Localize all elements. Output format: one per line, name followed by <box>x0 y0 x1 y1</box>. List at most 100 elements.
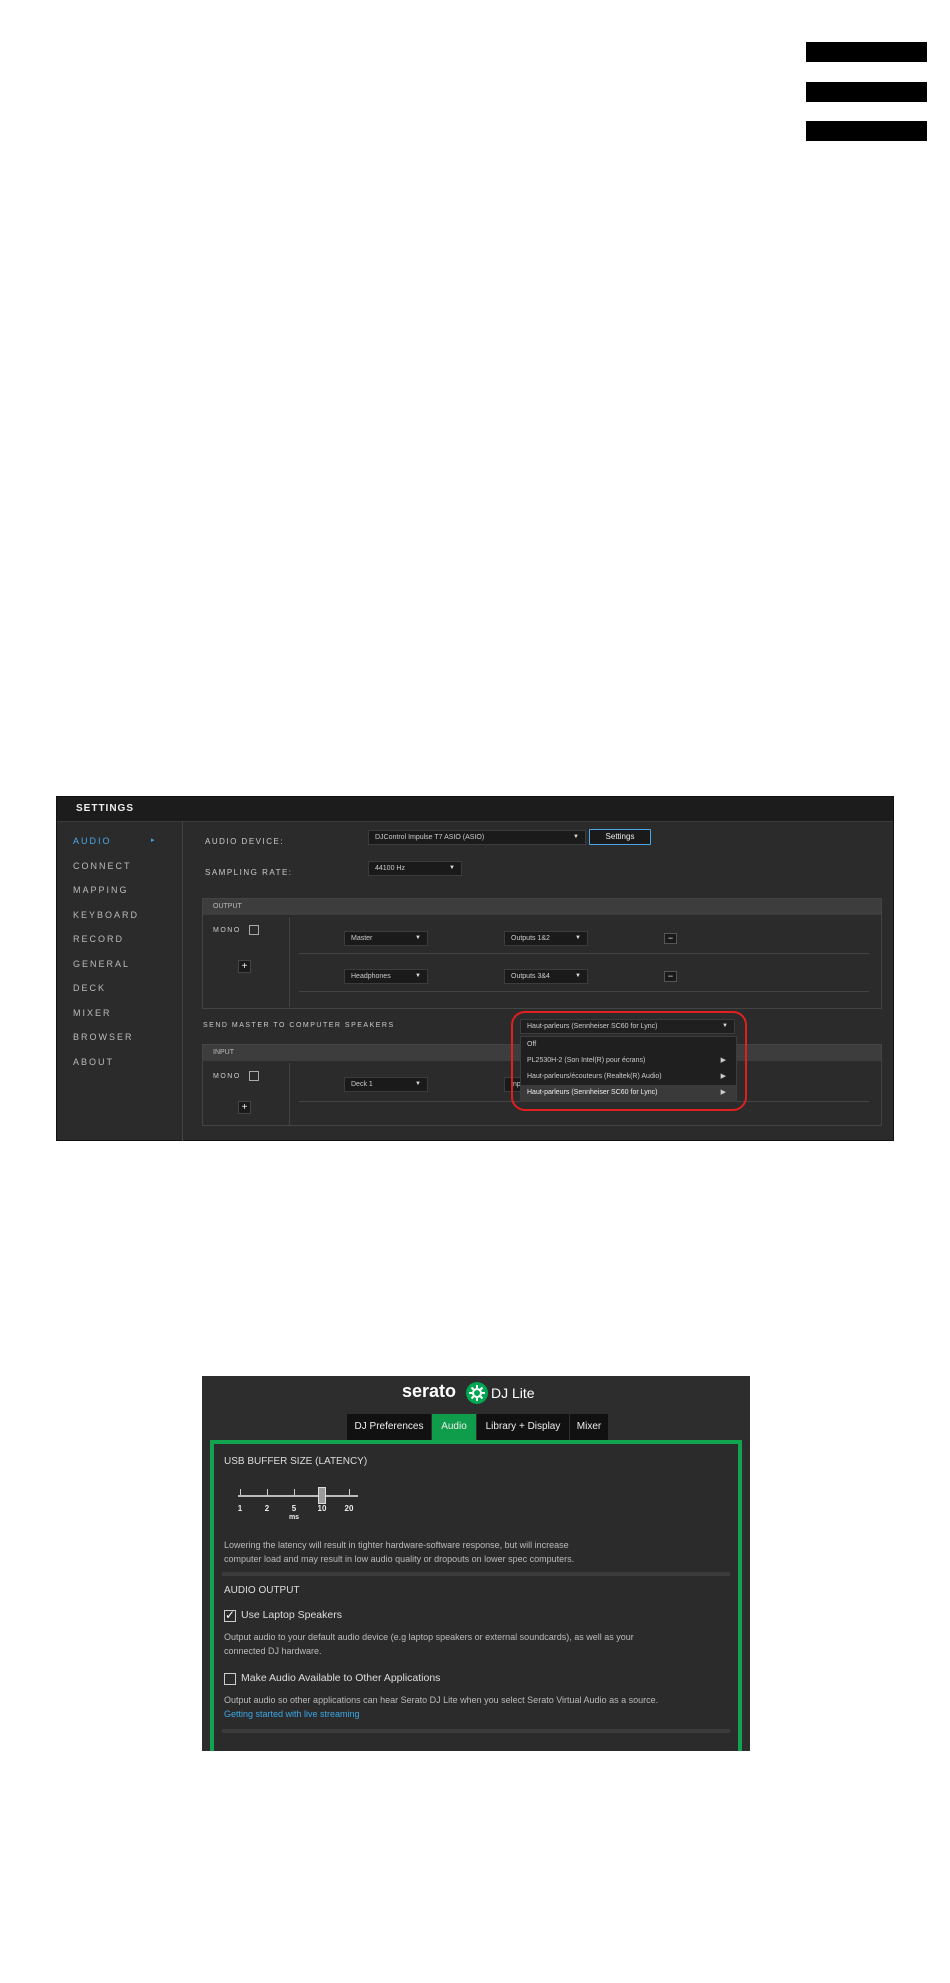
audio-settings-frame: USB BUFFER SIZE (LATENCY) 1 2 5 10 20 ms… <box>210 1440 742 1751</box>
sidebar-item-browser[interactable]: BROWSER <box>73 1032 134 1042</box>
settings-titlebar: SETTINGS <box>57 797 893 822</box>
input-divider <box>289 1063 290 1125</box>
sidebar-item-general[interactable]: GENERAL <box>73 959 130 969</box>
caret-down-icon: ▼ <box>415 1081 421 1087</box>
submenu-arrow-icon: ▶ <box>720 1089 726 1096</box>
latency-tick <box>240 1489 241 1495</box>
latency-slider-track <box>238 1495 358 1497</box>
output-row-1-outputs[interactable]: Outputs 1&2 ▼ <box>504 931 588 946</box>
output-row-1-remove-button[interactable]: − <box>664 933 677 944</box>
use-laptop-speakers-label[interactable]: Use Laptop Speakers <box>241 1609 342 1621</box>
section-separator <box>222 1729 730 1733</box>
use-laptop-speakers-checkbox[interactable]: ✓ <box>224 1608 236 1622</box>
sidebar-item-label: AUDIO <box>73 836 112 846</box>
latency-unit: ms <box>288 1514 300 1521</box>
output-add-button[interactable]: + <box>238 960 251 973</box>
latency-tick <box>294 1489 295 1495</box>
input-mono-checkbox[interactable] <box>249 1071 259 1081</box>
menu-item-realtek[interactable]: Haut-parleurs/écouteurs (Realtek(R) Audi… <box>521 1069 736 1085</box>
serato-logo: serato <box>402 1381 457 1401</box>
submenu-arrow-icon: ▶ <box>720 1057 726 1064</box>
output-divider <box>289 917 290 1007</box>
menu-bar-3[interactable] <box>806 121 927 141</box>
latency-slider[interactable]: 1 2 5 10 20 ms <box>238 1485 360 1525</box>
sidebar-item-record[interactable]: RECORD <box>73 934 124 944</box>
output-header: OUTPUT <box>203 899 881 915</box>
caret-down-icon: ▼ <box>722 1023 728 1029</box>
output-row-2-remove-button[interactable]: − <box>664 971 677 982</box>
send-master-select[interactable]: Haut-parleurs (Sennheiser SC60 for Lync)… <box>520 1019 735 1034</box>
audio-device-select[interactable]: DJControl Impulse T7 ASIO (ASIO) ▼ <box>368 830 586 845</box>
output-row-2-outputs-value: Outputs 3&4 <box>511 973 550 980</box>
menu-bar-2[interactable] <box>806 82 927 102</box>
caret-down-icon: ▼ <box>449 865 455 871</box>
tab-audio[interactable]: Audio <box>432 1414 476 1440</box>
sidebar-item-deck[interactable]: DECK <box>73 983 106 993</box>
audio-device-label: AUDIO DEVICE: <box>205 837 285 846</box>
settings-panel: SETTINGS AUDIO ▸ CONNECT MAPPING KEYBOAR… <box>56 796 894 1141</box>
serato-preferences-panel: serato DJ Lite DJ Preferences Audio Libr… <box>202 1376 750 1751</box>
settings-title: SETTINGS <box>76 803 135 814</box>
menu-item-sennheiser[interactable]: Haut-parleurs (Sennheiser SC60 for Lync)… <box>521 1085 736 1101</box>
audio-device-value: DJControl Impulse T7 ASIO (ASIO) <box>375 834 485 841</box>
caret-down-icon: ▼ <box>415 935 421 941</box>
use-laptop-note-line-1: Output audio to your default audio devic… <box>224 1632 634 1642</box>
send-master-value: Haut-parleurs (Sennheiser SC60 for Lync) <box>527 1023 658 1030</box>
output-row-2-outputs[interactable]: Outputs 3&4 ▼ <box>504 969 588 984</box>
menu-item-label: Haut-parleurs (Sennheiser SC60 for Lync) <box>527 1089 658 1096</box>
output-mono-checkbox[interactable] <box>249 925 259 935</box>
section-separator <box>222 1572 730 1576</box>
audio-device-settings-button[interactable]: Settings <box>589 829 651 845</box>
output-row-divider <box>299 953 869 954</box>
submenu-arrow-icon: ▶ <box>720 1073 726 1080</box>
menu-item-label: Off <box>527 1041 537 1048</box>
menu-item-off[interactable]: Off <box>521 1037 736 1053</box>
input-row-1-source[interactable]: Deck 1 ▼ <box>344 1077 428 1092</box>
latency-note-line-2: computer load and may result in low audi… <box>224 1554 575 1564</box>
output-row-1-outputs-value: Outputs 1&2 <box>511 935 550 942</box>
output-row-2-source[interactable]: Headphones ▼ <box>344 969 428 984</box>
caret-down-icon: ▼ <box>575 973 581 979</box>
sampling-rate-select[interactable]: 44100 Hz ▼ <box>368 861 462 876</box>
menu-item-pl2530h[interactable]: PL2530H-2 (Son Intel(R) pour écrans) ▶ <box>521 1053 736 1069</box>
settings-sidebar: AUDIO ▸ CONNECT MAPPING KEYBOARD RECORD … <box>57 821 183 1141</box>
latency-tick-label: 2 <box>264 1504 270 1513</box>
live-streaming-link[interactable]: Getting started with live streaming <box>224 1709 360 1719</box>
check-icon: ✓ <box>225 1608 236 1622</box>
latency-tick-label: 10 <box>317 1504 327 1513</box>
output-row-2-source-value: Headphones <box>351 973 391 980</box>
sidebar-item-connect[interactable]: CONNECT <box>73 861 132 871</box>
output-row-divider <box>299 991 869 992</box>
send-master-label: SEND MASTER TO COMPUTER SPEAKERS <box>203 1022 395 1029</box>
latency-tick-label: 20 <box>344 1504 354 1513</box>
tab-dj-preferences[interactable]: DJ Preferences <box>347 1414 431 1440</box>
sidebar-item-keyboard[interactable]: KEYBOARD <box>73 910 139 920</box>
serato-header: serato DJ Lite <box>202 1376 750 1410</box>
tab-mixer[interactable]: Mixer <box>570 1414 608 1440</box>
make-audio-available-checkbox[interactable] <box>224 1673 236 1685</box>
usb-buffer-title: USB BUFFER SIZE (LATENCY) <box>224 1456 368 1467</box>
sidebar-item-about[interactable]: ABOUT <box>73 1057 114 1067</box>
output-row-1-source[interactable]: Master ▼ <box>344 931 428 946</box>
serato-product-name: DJ Lite <box>491 1385 535 1401</box>
menu-bar-1[interactable] <box>806 42 927 62</box>
output-row-1-source-value: Master <box>351 935 373 942</box>
menu-item-label: PL2530H-2 (Son Intel(R) pour écrans) <box>527 1057 646 1064</box>
sidebar-item-mapping[interactable]: MAPPING <box>73 885 129 895</box>
tab-library-display[interactable]: Library + Display <box>477 1414 569 1440</box>
sidebar-item-audio[interactable]: AUDIO ▸ <box>73 836 155 846</box>
sampling-rate-label: SAMPLING RATE: <box>205 868 293 877</box>
input-mono-label: MONO <box>213 1073 241 1080</box>
latency-tick <box>349 1489 350 1495</box>
input-row-1-source-value: Deck 1 <box>351 1081 373 1088</box>
menu-item-label: Haut-parleurs/écouteurs (Realtek(R) Audi… <box>527 1073 662 1080</box>
output-mono-label: MONO <box>213 927 241 934</box>
sidebar-item-mixer[interactable]: MIXER <box>73 1008 112 1018</box>
make-audio-available-label[interactable]: Make Audio Available to Other Applicatio… <box>241 1672 440 1684</box>
caret-down-icon: ▼ <box>573 834 579 840</box>
latency-slider-handle[interactable] <box>318 1487 326 1504</box>
serato-logo-icon <box>466 1382 488 1404</box>
caret-down-icon: ▼ <box>575 935 581 941</box>
make-available-note: Output audio so other applications can h… <box>224 1695 659 1705</box>
input-add-button[interactable]: + <box>238 1101 251 1114</box>
